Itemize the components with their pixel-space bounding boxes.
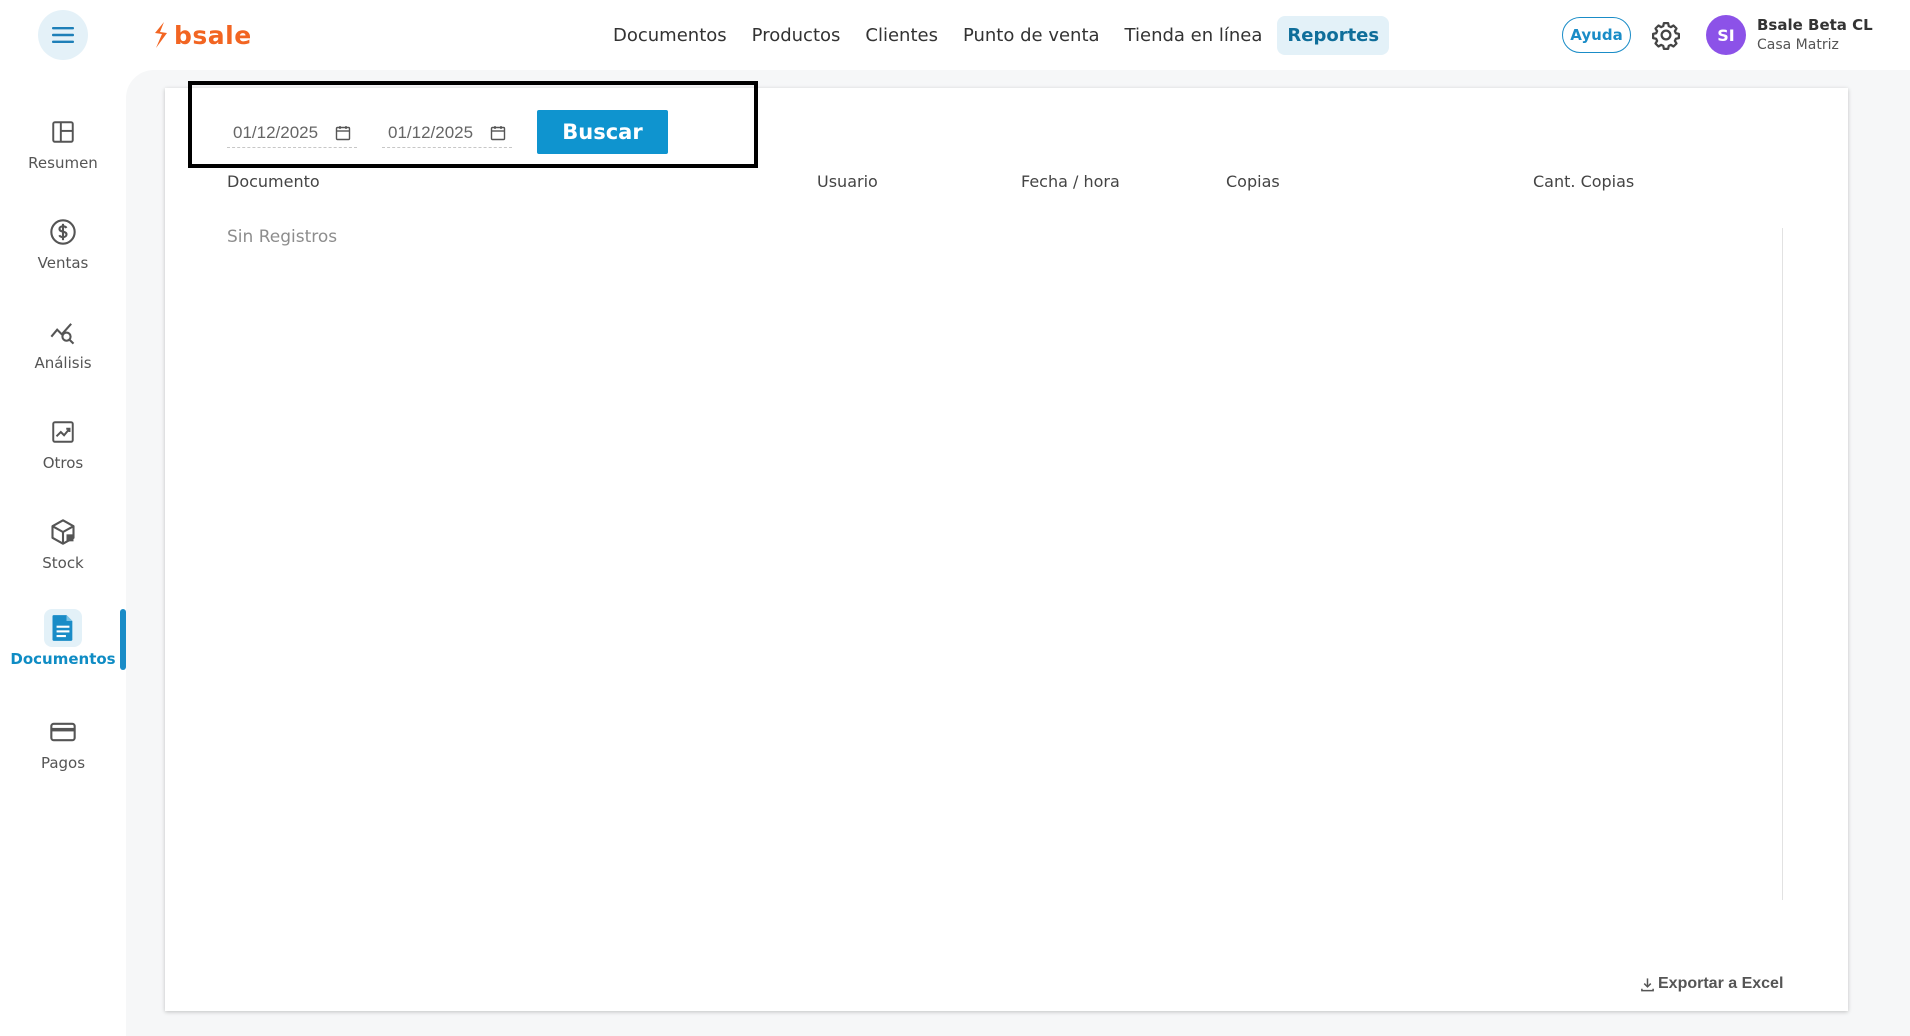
sidebar-item-label: Documentos [10,650,116,668]
sidebar-item-ventas[interactable]: Ventas [0,213,126,303]
sidebar-item-resumen[interactable]: Resumen [0,113,126,203]
nav-productos[interactable]: Productos [742,16,851,55]
table-scroll-track[interactable] [1782,228,1783,900]
nav-tienda-en-linea[interactable]: Tienda en línea [1115,16,1273,55]
bsale-logo[interactable]: bsale [152,18,252,52]
help-button[interactable]: Ayuda [1562,17,1631,53]
sidebar-item-documentos[interactable]: Documentos [0,609,126,699]
export-excel-link[interactable]: Exportar a Excel [1640,974,1783,994]
nav-reportes[interactable]: Reportes [1277,15,1390,55]
sidebar-item-otros[interactable]: Otros [0,413,126,503]
sidebar-item-label: Stock [42,554,84,572]
sidebar-item-label: Pagos [40,754,86,772]
sidebar-item-label: Otros [42,454,84,472]
date-from-value: 01/12/2025 [233,122,319,142]
top-bar: bsale Documentos Productos Clientes Punt… [0,0,1910,70]
column-header-cant-copias: Cant. Copias [1533,172,1635,191]
dollar-circle-icon [44,213,82,251]
sidebar-item-stock[interactable]: Stock [0,513,126,603]
box-icon [44,513,82,551]
sidebar-item-label: Resumen [28,154,98,172]
user-name[interactable]: Bsale Beta CL [1757,16,1873,34]
hamburger-menu-button[interactable] [38,10,88,60]
chart-search-icon [44,313,82,351]
report-card [165,88,1848,1011]
calendar-icon[interactable] [490,125,506,141]
date-to-field[interactable]: 01/12/2025 [382,118,512,148]
bsale-logo-icon [155,22,167,48]
brand-name: bsale [174,20,252,50]
download-icon [1641,977,1654,991]
nav-documentos[interactable]: Documentos [603,16,737,55]
calendar-icon[interactable] [335,125,351,141]
column-header-fecha-hora: Fecha / hora [1021,172,1120,191]
date-to-value: 01/12/2025 [388,122,474,142]
user-avatar[interactable]: SI [1706,15,1746,55]
date-from-field[interactable]: 01/12/2025 [227,118,357,148]
gear-icon[interactable] [1651,20,1681,50]
main-nav: Documentos Productos Clientes Punto de v… [603,14,1394,56]
sidebar: Resumen Ventas Análisis Otros Stock Docu… [0,70,126,1035]
sidebar-item-pagos[interactable]: Pagos [0,713,126,803]
trending-chart-icon [44,413,82,451]
column-header-usuario: Usuario [817,172,878,191]
menu-icon [52,27,74,43]
nav-punto-de-venta[interactable]: Punto de venta [953,16,1110,55]
sidebar-item-label: Análisis [34,354,92,372]
credit-card-icon [44,713,82,751]
sidebar-item-label: Ventas [37,254,89,272]
empty-table-message: Sin Registros [227,227,338,247]
search-button[interactable]: Buscar [537,110,668,154]
layout-icon [44,113,82,151]
document-icon [44,609,82,647]
nav-clientes[interactable]: Clientes [855,16,948,55]
export-excel-label: Exportar a Excel [1658,975,1784,992]
column-header-copias: Copias [1226,172,1280,191]
user-branch[interactable]: Casa Matriz [1757,37,1839,53]
column-header-documento: Documento [227,172,320,191]
sidebar-item-analisis[interactable]: Análisis [0,313,126,403]
